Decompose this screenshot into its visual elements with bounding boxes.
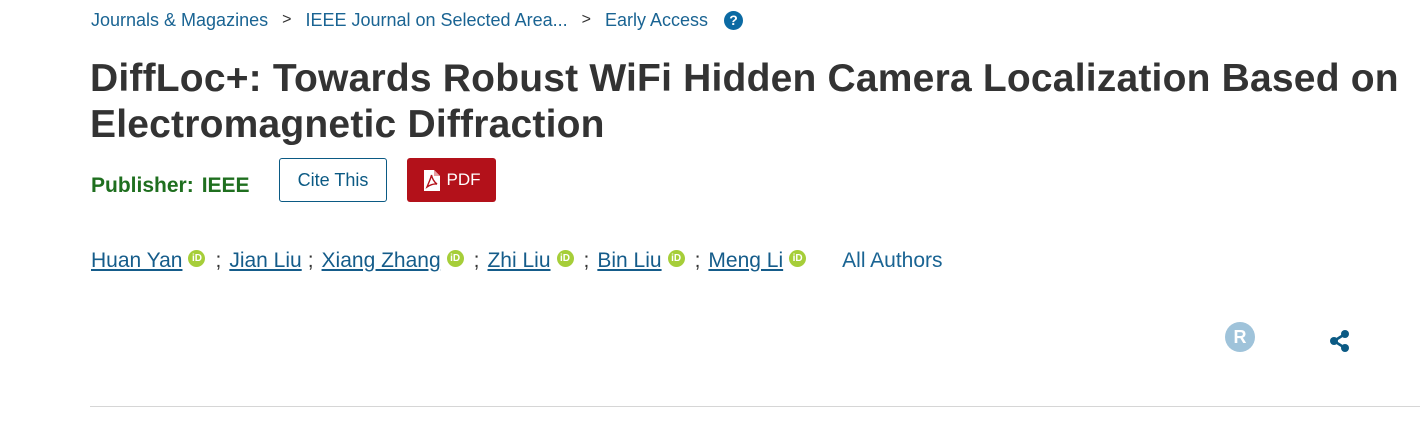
author-item: Huan Yan iD	[91, 249, 206, 273]
orcid-icon[interactable]: iD	[188, 249, 206, 267]
publisher-label: Publisher:	[91, 174, 194, 197]
author-separator: ;	[307, 249, 314, 272]
author-item: Bin Liu iD	[597, 249, 685, 273]
author-link-xiang-zhang[interactable]: Xiang Zhang	[322, 249, 441, 273]
author-item: Xiang Zhang iD	[322, 249, 464, 273]
author-separator: ;	[694, 249, 701, 272]
orcid-icon[interactable]: iD	[789, 249, 807, 267]
pdf-button[interactable]: PDF	[407, 158, 496, 202]
pdf-button-label: PDF	[446, 170, 481, 189]
publisher-info: Publisher: IEEE	[91, 174, 250, 198]
author-separator: ;	[473, 249, 480, 272]
author-link-meng-li[interactable]: Meng Li	[708, 249, 783, 273]
author-item: Zhi Liu iD	[487, 249, 574, 273]
breadcrumb-journals-magazines[interactable]: Journals & Magazines	[91, 10, 268, 31]
author-link-bin-liu[interactable]: Bin Liu	[597, 249, 661, 273]
breadcrumb-separator: >	[282, 11, 292, 28]
pdf-file-icon	[423, 169, 440, 191]
breadcrumb-early-access[interactable]: Early Access	[605, 10, 708, 31]
breadcrumb-separator: >	[581, 11, 591, 28]
all-authors-link[interactable]: All Authors	[842, 249, 942, 273]
author-link-jian-liu[interactable]: Jian Liu	[229, 249, 301, 273]
author-item: Meng Li iD	[708, 249, 807, 273]
orcid-icon[interactable]: iD	[667, 249, 685, 267]
orcid-icon[interactable]: iD	[446, 249, 464, 267]
breadcrumb-journal[interactable]: IEEE Journal on Selected Area...	[305, 10, 567, 31]
author-separator: ;	[583, 249, 590, 272]
question-circle-icon[interactable]: ?	[724, 10, 743, 30]
author-separator: ;	[215, 249, 222, 272]
author-link-zhi-liu[interactable]: Zhi Liu	[487, 249, 550, 273]
article-title: DiffLoc+: Towards Robust WiFi Hidden Cam…	[90, 57, 1399, 146]
cite-this-button[interactable]: Cite This	[279, 158, 387, 202]
share-icon[interactable]	[1328, 329, 1352, 353]
orcid-icon[interactable]: iD	[556, 249, 574, 267]
publisher-name: IEEE	[201, 174, 250, 197]
author-item: Jian Liu	[229, 249, 301, 273]
author-list: Huan Yan iD ; Jian Liu ; Xiang Zhang iD …	[91, 249, 943, 273]
author-link-huan-yan[interactable]: Huan Yan	[91, 249, 182, 273]
breadcrumb: Journals & Magazines > IEEE Journal on S…	[91, 9, 743, 31]
r-icon[interactable]: R	[1225, 322, 1255, 352]
section-divider	[90, 406, 1420, 407]
